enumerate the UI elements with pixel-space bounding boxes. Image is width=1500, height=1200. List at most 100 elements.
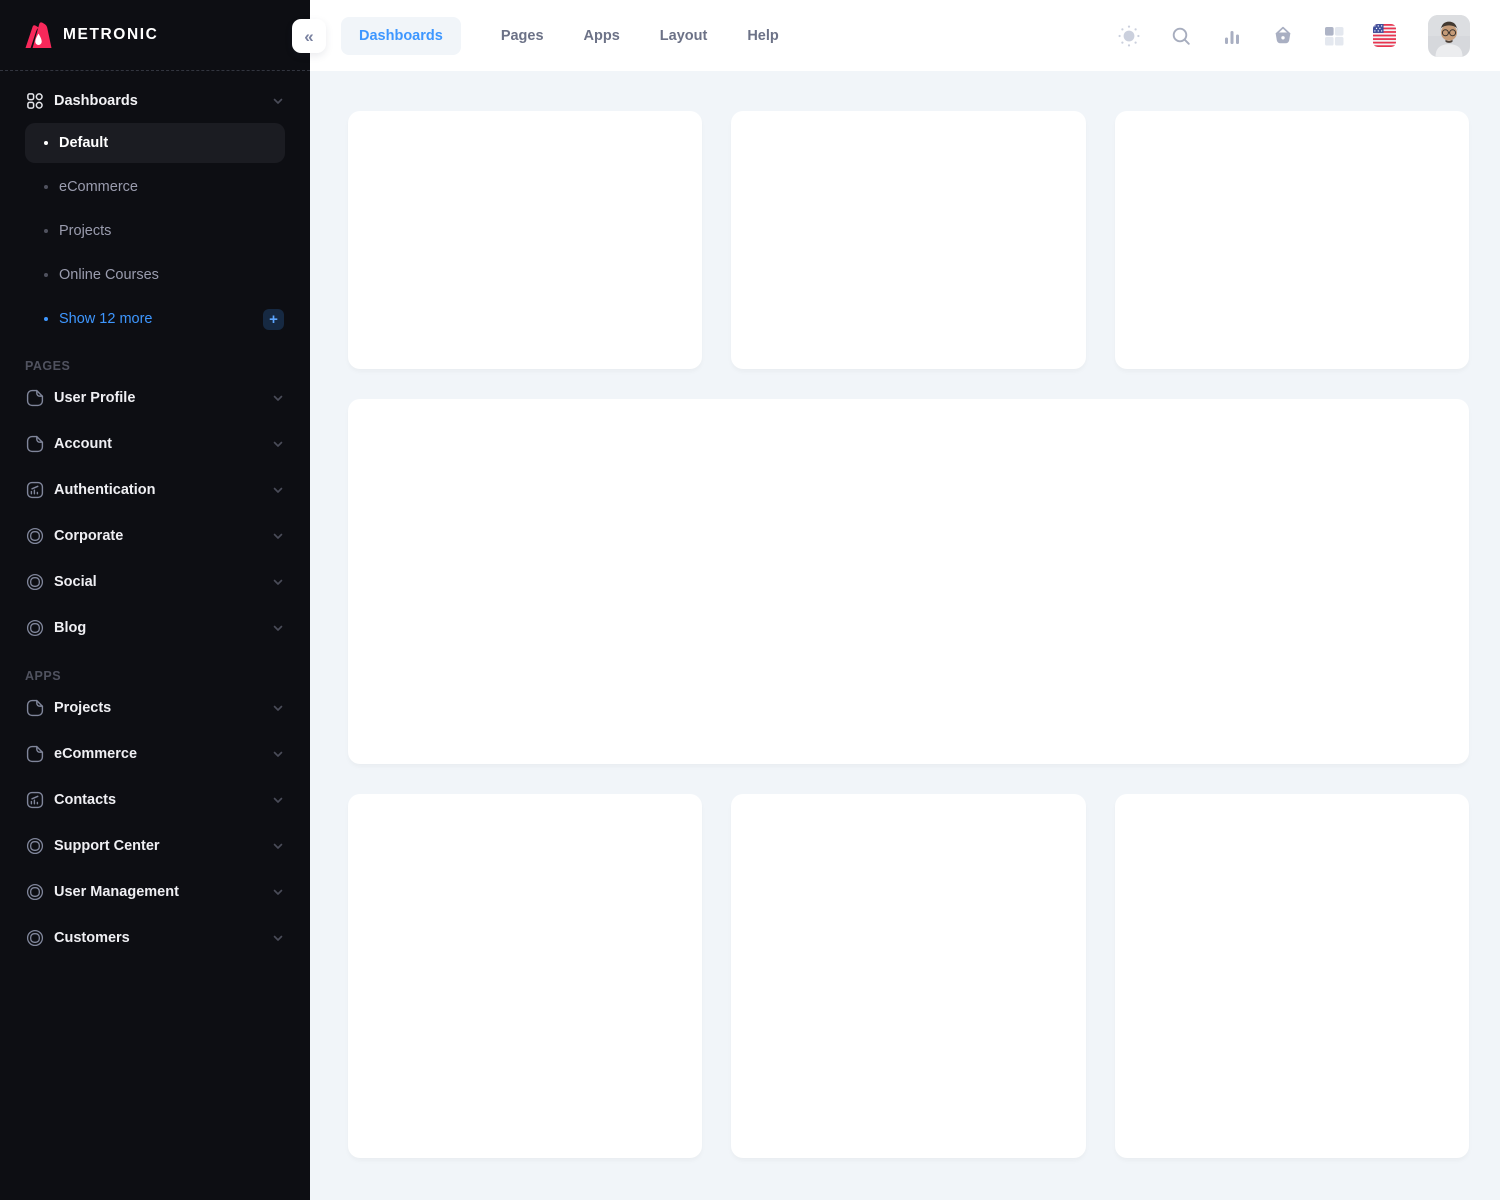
sidebar-item-customers[interactable]: Customers [25, 915, 285, 961]
activity-chart-button[interactable] [1220, 24, 1244, 48]
tab-pages[interactable]: Pages [501, 28, 544, 44]
file-icon [25, 744, 45, 764]
sphere-icon [25, 572, 45, 592]
dashboard-content [310, 71, 1500, 1200]
sidebar-subitem-label: Projects [59, 223, 111, 239]
card-placeholder-3 [1115, 111, 1469, 369]
dashboards-submenu: Default eCommerce Projects Online Course… [25, 123, 285, 341]
sphere-icon [25, 882, 45, 902]
sun-icon [1116, 23, 1142, 49]
file-icon [25, 698, 45, 718]
sidebar-item-blog[interactable]: Blog [25, 605, 285, 651]
sphere-icon [25, 618, 45, 638]
bullet-dot [44, 229, 48, 233]
file-icon [25, 434, 45, 454]
chevron-down-icon [271, 747, 285, 761]
sidebar-item-label: Contacts [54, 792, 271, 808]
sidebar: METRONIC « Dashboards [0, 0, 310, 1200]
card-placeholder-5 [731, 794, 1085, 1158]
tab-dashboards[interactable]: Dashboards [341, 17, 461, 55]
sidebar-item-dashboards[interactable]: Dashboards [25, 87, 285, 115]
chevron-down-icon [271, 437, 285, 451]
chevron-down-icon [271, 575, 285, 589]
sphere-icon [25, 928, 45, 948]
sidebar-item-social[interactable]: Social [25, 559, 285, 605]
card-placeholder-wide [348, 399, 1469, 764]
card-placeholder-4 [348, 794, 702, 1158]
apps-grid-icon [1322, 24, 1346, 48]
tab-apps[interactable]: Apps [584, 28, 620, 44]
sidebar-item-app-projects[interactable]: Projects [25, 685, 285, 731]
top-header: Dashboards Pages Apps Layout Help [310, 0, 1500, 71]
card-placeholder-1 [348, 111, 702, 369]
chevron-down-icon [271, 885, 285, 899]
sidebar-item-app-ecommerce[interactable]: eCommerce [25, 731, 285, 777]
sidebar-item-label: Social [54, 574, 271, 590]
sidebar-item-label: User Management [54, 884, 271, 900]
card-placeholder-6 [1115, 794, 1469, 1158]
sphere-icon [25, 836, 45, 856]
chevron-down-icon [271, 621, 285, 635]
chevron-down-icon [271, 793, 285, 807]
sidebar-subitem-ecommerce[interactable]: eCommerce [25, 165, 285, 209]
search-icon [1169, 24, 1193, 48]
sidebar-item-corporate[interactable]: Corporate [25, 513, 285, 559]
chevron-down-icon [271, 391, 285, 405]
chevron-down-icon [271, 529, 285, 543]
tab-help[interactable]: Help [747, 28, 778, 44]
chevron-down-icon [271, 701, 285, 715]
cart-button[interactable] [1271, 24, 1295, 48]
bullet-dot [44, 185, 48, 189]
sidebar-item-label: Account [54, 436, 271, 452]
sidebar-item-authentication[interactable]: Authentication [25, 467, 285, 513]
section-heading-pages: PAGES [25, 359, 285, 373]
us-flag-icon [1373, 24, 1396, 47]
sidebar-subitem-label: Show 12 more [59, 311, 153, 327]
apps-menu-button[interactable] [1322, 24, 1346, 48]
section-heading-apps: APPS [25, 669, 285, 683]
bar-chart-icon [1220, 24, 1244, 48]
sidebar-collapse-button[interactable]: « [292, 19, 326, 53]
chevron-down-icon [271, 94, 285, 108]
sidebar-item-label: Authentication [54, 482, 271, 498]
bullet-dot [44, 317, 48, 321]
sidebar-item-label: Support Center [54, 838, 271, 854]
sidebar-subitem-show-more[interactable]: Show 12 more + [25, 297, 285, 341]
sidebar-item-contacts[interactable]: Contacts [25, 777, 285, 823]
header-tabs: Dashboards Pages Apps Layout Help [341, 17, 779, 55]
bullet-dot [44, 273, 48, 277]
file-icon [25, 388, 45, 408]
sidebar-item-label: Customers [54, 930, 271, 946]
brand-logo[interactable]: METRONIC [25, 20, 158, 50]
metronic-logo-icon [25, 20, 52, 50]
tab-layout[interactable]: Layout [660, 28, 708, 44]
sidebar-item-support-center[interactable]: Support Center [25, 823, 285, 869]
sidebar-subitem-default[interactable]: Default [25, 123, 285, 163]
sidebar-logo-row: METRONIC [0, 0, 310, 71]
header-icon-group [1116, 15, 1470, 57]
chart-square-icon [25, 480, 45, 500]
double-chevron-left-icon: « [304, 28, 313, 45]
chevron-down-icon [271, 483, 285, 497]
avatar[interactable] [1428, 15, 1470, 57]
user-avatar-image [1428, 15, 1470, 57]
sidebar-item-label: User Profile [54, 390, 271, 406]
sidebar-item-label: Blog [54, 620, 271, 636]
plus-icon[interactable]: + [263, 309, 284, 330]
sidebar-subitem-label: eCommerce [59, 179, 138, 195]
grid-icon [25, 91, 45, 111]
sidebar-item-user-management[interactable]: User Management [25, 869, 285, 915]
sidebar-subitem-online-courses[interactable]: Online Courses [25, 253, 285, 297]
sidebar-item-user-profile[interactable]: User Profile [25, 375, 285, 421]
sidebar-subitem-label: Default [59, 135, 108, 151]
sidebar-item-label: Dashboards [54, 93, 271, 109]
brand-name: METRONIC [63, 26, 158, 44]
sidebar-item-label: Corporate [54, 528, 271, 544]
theme-toggle-button[interactable] [1116, 23, 1142, 49]
search-button[interactable] [1169, 24, 1193, 48]
card-placeholder-2 [731, 111, 1085, 369]
sidebar-item-account[interactable]: Account [25, 421, 285, 467]
sidebar-menu: Dashboards Default eCommerce Projects On… [0, 71, 310, 961]
sidebar-subitem-projects[interactable]: Projects [25, 209, 285, 253]
language-flag-button[interactable] [1373, 24, 1396, 47]
